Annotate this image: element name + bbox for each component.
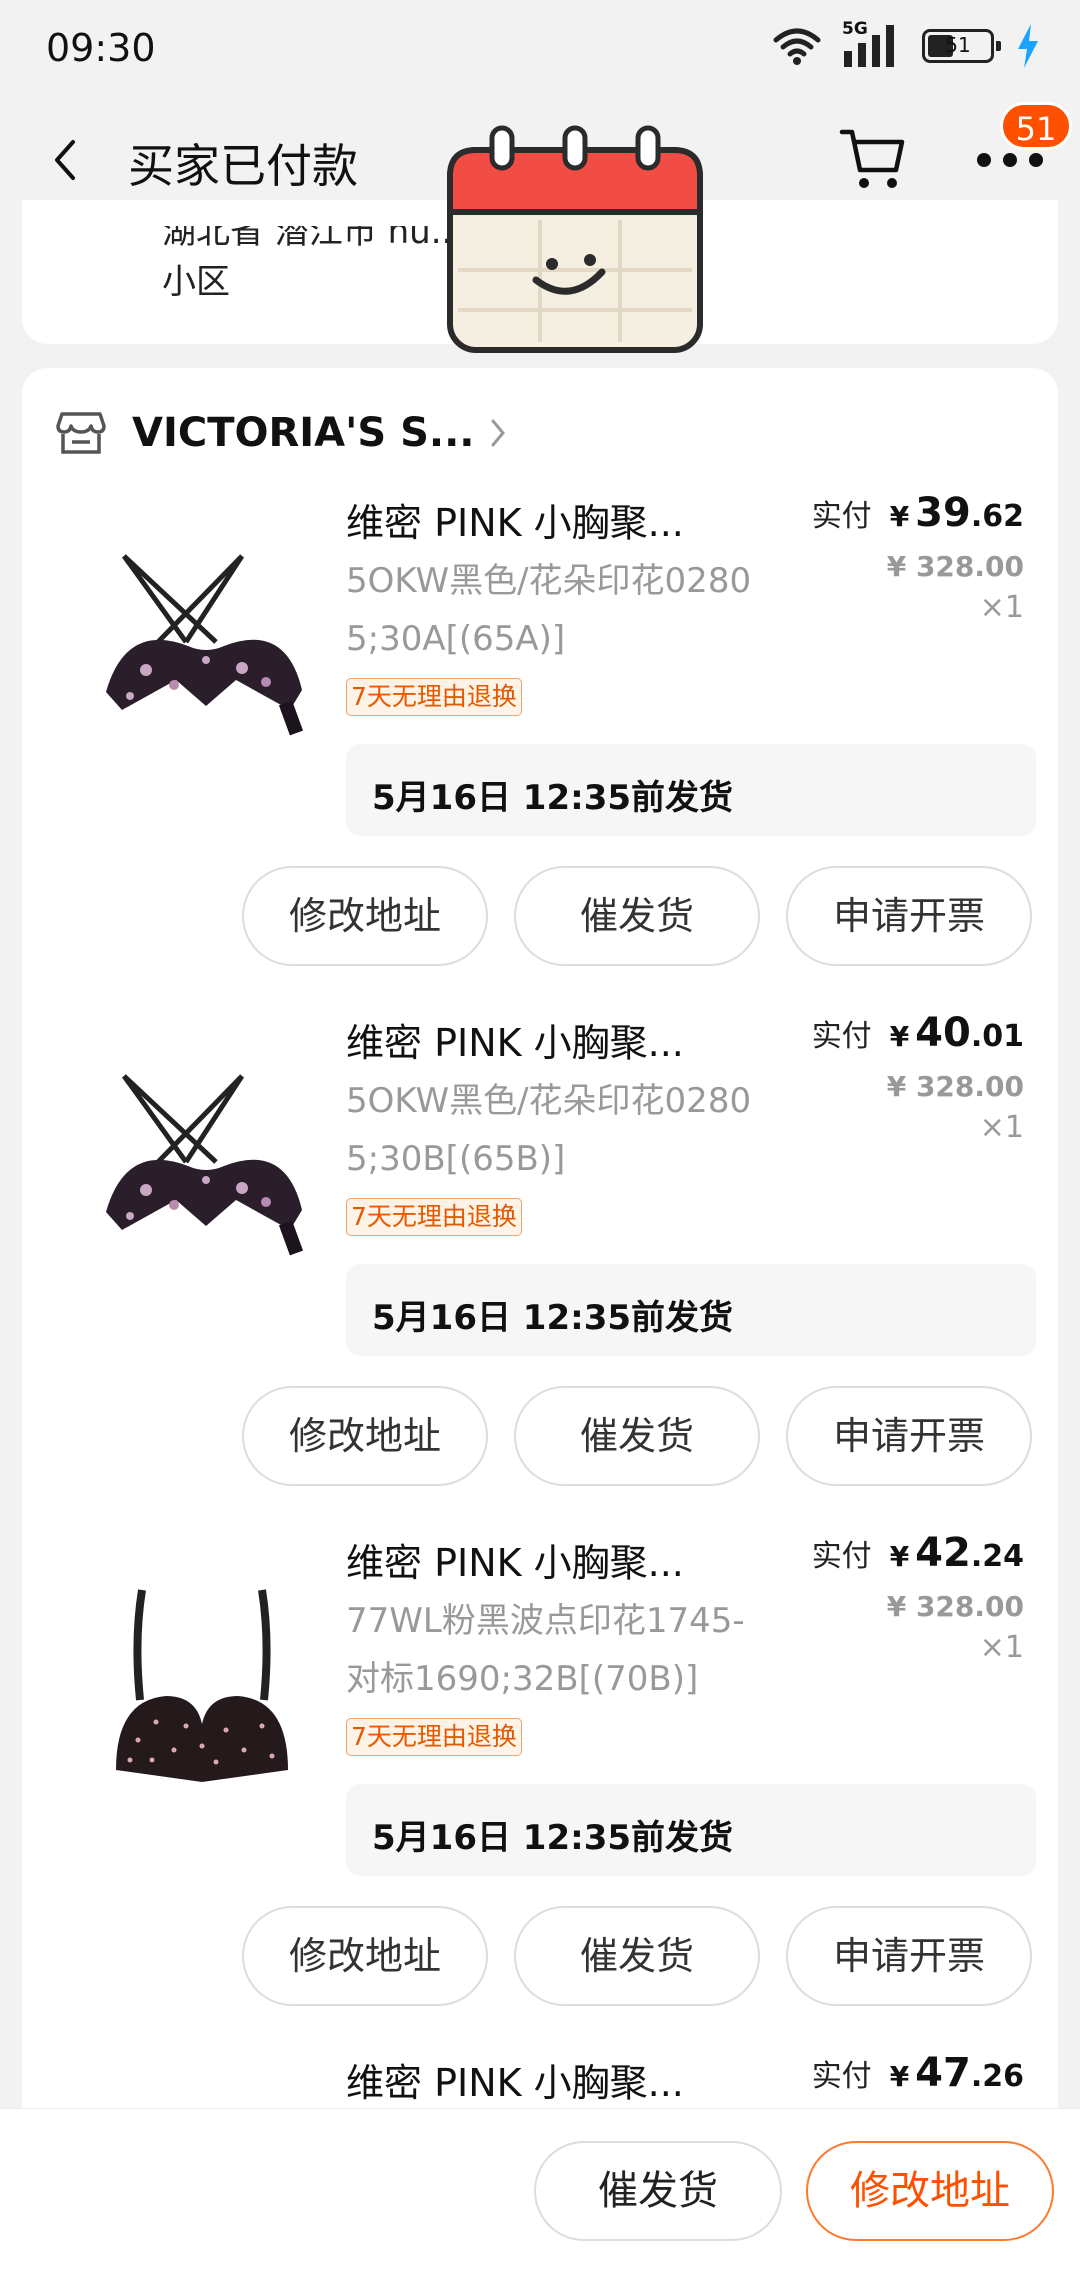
page-title: 买家已付款 [128, 139, 358, 193]
price-label: 实付 [811, 499, 872, 534]
item-spec-line: 77WL粉黑波点印花1745- [346, 1601, 745, 1641]
item-spec-line: 5;30B[(65B)] [346, 1139, 566, 1179]
change-address-button[interactable]: 修改地址 [242, 866, 488, 966]
item-spec-line: 5OKW黑色/花朵印花0280 [346, 561, 752, 601]
product-image [106, 554, 304, 736]
charging-icon [1018, 24, 1038, 68]
original-price: ¥ 328.00 [886, 1590, 1024, 1623]
currency-symbol: ¥ [889, 1540, 910, 1573]
address-line-1: 湖北省 潜江市 hu... [162, 212, 464, 252]
item-spec-line: 对标1690;32B[(70B)] [346, 1659, 699, 1699]
return-policy-tag: 7天无理由退换 [346, 1718, 522, 1756]
chevron-right-icon [491, 419, 505, 447]
paid-price: 实付 ¥ 40 .01 [812, 1010, 1024, 1056]
shipping-deadline-text: 5月16日 12:35前发货 [372, 1818, 734, 1858]
shipping-deadline: 5月16日 12:35前发货 [346, 1784, 1036, 1876]
battery-level: 51 [945, 33, 971, 57]
shipping-deadline: 5月16日 12:35前发货 [346, 744, 1036, 836]
price-integer: 39 [915, 490, 971, 536]
quantity: ×1 [979, 590, 1024, 625]
price-integer: 42 [915, 1530, 971, 1576]
price-label: 实付 [811, 2059, 872, 2094]
price-decimal: .24 [970, 1539, 1024, 1574]
back-button[interactable] [40, 130, 90, 190]
item-spec: 5OKW黑色/花朵印花0280 5;30A[(65A)] [346, 552, 766, 668]
store-icon [56, 412, 106, 454]
order-item[interactable]: 维密 PINK 小胸聚... 77WL粉黑波点印花1745- 对标1690;32… [22, 1508, 1058, 2028]
currency-symbol: ¥ [889, 2060, 910, 2093]
change-address-button[interactable]: 修改地址 [242, 1906, 488, 2006]
store-header[interactable]: VICTORIA'S S... [56, 398, 507, 468]
signal-icon: 5G [842, 19, 900, 69]
shipping-deadline-text: 5月16日 12:35前发货 [372, 778, 734, 818]
product-image [66, 2070, 346, 2108]
message-count-badge: 51 [1000, 102, 1072, 150]
store-name: VICTORIA'S S... [132, 410, 475, 456]
request-invoice-button[interactable]: 申请开票 [786, 866, 1032, 966]
order-item[interactable]: 维密 PINK 小胸聚... 5OKW黑色/花朵印花0280 5;30A[(65… [22, 468, 1058, 988]
status-bar: 09:30 5G 51 [0, 0, 1080, 100]
original-price: ¥ 328.00 [886, 1070, 1024, 1103]
change-address-button[interactable]: 修改地址 [806, 2141, 1054, 2241]
order-item[interactable]: 维密 PINK 小胸聚... 5OKW黑色/花朵印花0280 5;30B[(65… [22, 988, 1058, 1508]
price-label: 实付 [811, 1539, 872, 1574]
paid-price: 实付 ¥ 39 .62 [812, 490, 1024, 536]
product-image [106, 1074, 304, 1256]
urge-shipping-button[interactable]: 催发货 [514, 1906, 760, 2006]
item-spec-line: 5OKW黑色/花朵印花0280 [346, 1081, 752, 1121]
back-icon [55, 140, 75, 180]
status-time: 09:30 [46, 26, 156, 70]
price-decimal: .62 [970, 499, 1024, 534]
item-spec: 5OKW黑色/花朵印花0280 5;30B[(65B)] [346, 1072, 766, 1188]
order-item[interactable]: 维密 PINK 小胸聚... 实付 ¥ 47 .26 [22, 2028, 1058, 2108]
item-spec: 77WL粉黑波点印花1745- 对标1690;32B[(70B)] [346, 1592, 766, 1708]
store-card: VICTORIA'S S... 维密 PINK 小胸聚... 5OKW黑色/花朵… [22, 368, 1058, 2108]
request-invoice-button[interactable]: 申请开票 [786, 1906, 1032, 2006]
urge-shipping-button[interactable]: 催发货 [514, 866, 760, 966]
price-integer: 40 [915, 1010, 971, 1056]
item-title: 维密 PINK 小胸聚... [346, 501, 684, 545]
battery-icon: 51 [922, 29, 1001, 63]
currency-symbol: ¥ [889, 1020, 910, 1053]
cart-button[interactable] [838, 126, 908, 192]
cart-icon [839, 129, 905, 188]
return-policy-tag: 7天无理由退换 [346, 678, 522, 716]
urge-shipping-button[interactable]: 催发货 [534, 2141, 782, 2241]
shipping-deadline: 5月16日 12:35前发货 [346, 1264, 1036, 1356]
change-address-button[interactable]: 修改地址 [242, 1386, 488, 1486]
status-icons: 5G 51 [772, 19, 1040, 70]
quantity: ×1 [979, 1110, 1024, 1145]
urge-shipping-button[interactable]: 催发货 [514, 1386, 760, 1486]
bottom-action-bar: 催发货 修改地址 [0, 2108, 1080, 2270]
item-title: 维密 PINK 小胸聚... [346, 2061, 684, 2105]
price-integer: 47 [915, 2050, 971, 2096]
item-title: 维密 PINK 小胸聚... [346, 1541, 684, 1585]
request-invoice-button[interactable]: 申请开票 [786, 1386, 1032, 1486]
currency-symbol: ¥ [889, 500, 910, 533]
paid-price: 实付 ¥ 47 .26 [812, 2050, 1024, 2096]
price-label: 实付 [811, 1019, 872, 1054]
address-line-2: 小区 [162, 262, 230, 302]
price-decimal: .26 [970, 2059, 1024, 2094]
item-title: 维密 PINK 小胸聚... [346, 1021, 684, 1065]
paid-price: 实付 ¥ 42 .24 [812, 1530, 1024, 1576]
calendar-icon[interactable] [440, 120, 710, 360]
shipping-deadline-text: 5月16日 12:35前发货 [372, 1298, 734, 1338]
quantity: ×1 [979, 1630, 1024, 1665]
price-decimal: .01 [970, 1019, 1024, 1054]
product-image [116, 1589, 288, 1782]
item-spec-line: 5;30A[(65A)] [346, 619, 566, 659]
original-price: ¥ 328.00 [886, 550, 1024, 583]
return-policy-tag: 7天无理由退换 [346, 1198, 522, 1236]
wifi-icon [773, 28, 821, 65]
